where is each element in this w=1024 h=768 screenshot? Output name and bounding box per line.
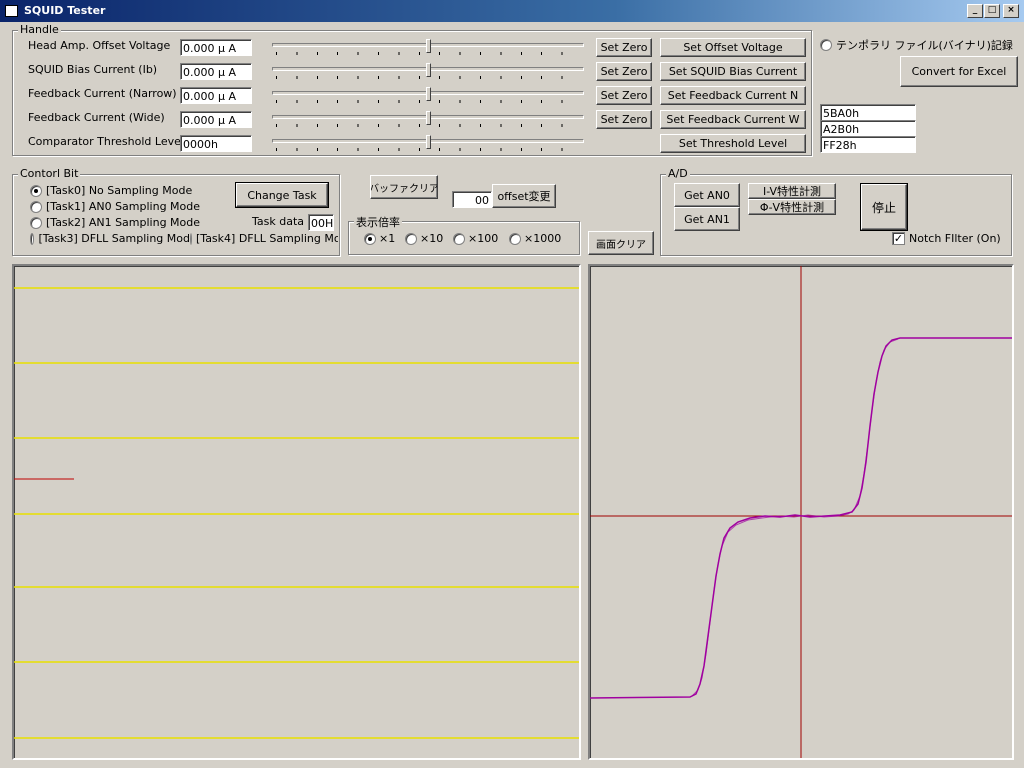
offset-change-button[interactable]: offset変更 — [492, 184, 556, 208]
window-title: SQUID Tester — [24, 4, 106, 17]
ad-group-label: A/D — [666, 167, 690, 180]
head-amp-offset-slider[interactable] — [272, 38, 584, 58]
mag-x1000-radio[interactable] — [509, 232, 521, 245]
iv-plot-canvas — [590, 266, 1012, 758]
comparator-threshold-field[interactable]: 0000h — [180, 135, 252, 152]
task1-label: [Task1] AN0 Sampling Mode — [46, 200, 201, 213]
mag-x100-radio[interactable] — [453, 232, 465, 245]
set-feedback-n-button[interactable]: Set Feedback Current N — [660, 86, 806, 105]
offset-field[interactable]: 00 — [452, 191, 492, 208]
squid-bias-field[interactable]: 0.000 μ A — [180, 63, 252, 80]
squid-bias-label: SQUID Bias Current (Ib) — [28, 63, 158, 76]
close-button[interactable]: × — [1003, 4, 1019, 18]
maximize-button[interactable]: □ — [984, 4, 1000, 18]
mag-x1-radio[interactable] — [364, 232, 376, 245]
task4-option[interactable]: [Task4] DFLL Sampling Mo — [190, 232, 338, 245]
feedback-wide-slider[interactable] — [272, 110, 584, 130]
feedback-narrow-label: Feedback Current (Narrow) — [28, 87, 177, 100]
mag-x1-label: ×1 — [379, 232, 396, 245]
convert-excel-button[interactable]: Convert for Excel — [900, 56, 1018, 87]
squid-bias-slider[interactable] — [272, 62, 584, 82]
control-bit-label: Contorl Bit — [18, 167, 81, 180]
mag-x100-option[interactable]: ×100 — [453, 232, 498, 245]
mag-x1-option[interactable]: ×1 — [364, 232, 395, 245]
iv-trace-return — [691, 338, 899, 697]
buffer-clear-button[interactable]: バッファクリア — [370, 175, 438, 199]
set-squid-bias-button[interactable]: Set SQUID Bias Current — [660, 62, 806, 81]
mag-x1000-label: ×1000 — [524, 232, 562, 245]
iv-measure-button[interactable]: I-V特性計測 — [748, 183, 836, 199]
handle-group-label: Handle — [18, 23, 61, 36]
task3-option[interactable]: [Task3] DFLL Sampling Mod — [30, 232, 190, 245]
comparator-threshold-slider[interactable] — [272, 134, 584, 154]
task3-radio[interactable] — [30, 232, 35, 245]
set-zero-narrow-button[interactable]: Set Zero — [596, 86, 652, 105]
notch-filter-checkbox[interactable]: ✓ — [892, 232, 905, 245]
hex-value-2: A2B0h — [820, 120, 916, 137]
task4-label: [Task4] DFLL Sampling Mo — [196, 232, 338, 245]
mag-x1000-option[interactable]: ×1000 — [509, 232, 561, 245]
feedback-narrow-slider[interactable] — [272, 86, 584, 106]
head-amp-offset-field[interactable]: 0.000 μ A — [180, 39, 252, 56]
slider-thumb[interactable] — [426, 39, 431, 53]
mag-x10-radio[interactable] — [405, 232, 417, 245]
mag-x10-option[interactable]: ×10 — [405, 232, 443, 245]
time-plot — [12, 264, 581, 760]
task0-option[interactable]: [Task0] No Sampling Mode — [30, 184, 192, 197]
task4-radio[interactable] — [190, 232, 192, 245]
minimize-button[interactable]: _ — [967, 4, 983, 18]
temp-file-radio[interactable] — [820, 39, 832, 51]
head-amp-offset-label: Head Amp. Offset Voltage — [28, 39, 171, 52]
task3-label: [Task3] DFLL Sampling Mod — [38, 232, 190, 245]
phiv-measure-button[interactable]: Φ-V特性計測 — [748, 199, 836, 215]
time-plot-canvas — [14, 287, 579, 739]
temp-file-label: テンポラリ ファイル(バイナリ)記録 — [836, 39, 1013, 52]
slider-thumb[interactable] — [426, 135, 431, 149]
task-data-label: Task data — [252, 215, 305, 228]
feedback-wide-label: Feedback Current (Wide) — [28, 111, 165, 124]
set-zero-offset-button[interactable]: Set Zero — [596, 38, 652, 57]
task0-label: [Task0] No Sampling Mode — [46, 184, 193, 197]
app-icon — [5, 5, 18, 17]
mag-x100-label: ×100 — [468, 232, 499, 245]
screen-clear-button[interactable]: 画面クリア — [588, 231, 654, 255]
slider-thumb[interactable] — [426, 111, 431, 125]
set-offset-voltage-button[interactable]: Set Offset Voltage — [660, 38, 806, 57]
slider-thumb[interactable] — [426, 63, 431, 77]
get-an0-button[interactable]: Get AN0 — [674, 183, 740, 207]
task0-radio[interactable] — [30, 184, 42, 197]
task2-label: [Task2] AN1 Sampling Mode — [46, 216, 201, 229]
mag-x10-label: ×10 — [420, 232, 444, 245]
slider-thumb[interactable] — [426, 87, 431, 101]
feedback-narrow-field[interactable]: 0.000 μ A — [180, 87, 252, 104]
stop-button[interactable]: 停止 — [860, 183, 908, 231]
hex-value-1: 5BA0h — [820, 104, 916, 121]
get-an1-button[interactable]: Get AN1 — [674, 207, 740, 231]
set-feedback-w-button[interactable]: Set Feedback Current W — [660, 110, 806, 129]
notch-filter-label: Notch FIlter (On) — [909, 232, 1001, 245]
notch-filter-option[interactable]: ✓ Notch FIlter (On) — [892, 232, 1001, 245]
set-zero-bias-button[interactable]: Set Zero — [596, 62, 652, 81]
task2-radio[interactable] — [30, 216, 42, 229]
comparator-threshold-label: Comparator Threshold Level — [28, 135, 184, 148]
title-bar: SQUID Tester _ □ × — [0, 0, 1024, 22]
task2-option[interactable]: [Task2] AN1 Sampling Mode — [30, 216, 200, 229]
change-task-button[interactable]: Change Task — [235, 182, 329, 208]
hex-value-3: FF28h — [820, 136, 916, 153]
set-zero-wide-button[interactable]: Set Zero — [596, 110, 652, 129]
task-data-field[interactable]: 00H — [308, 214, 334, 231]
iv-plot — [588, 264, 1014, 760]
set-threshold-level-button[interactable]: Set Threshold Level — [660, 134, 806, 153]
magnification-label: 表示倍率 — [354, 214, 402, 230]
temp-file-option[interactable]: テンポラリ ファイル(バイナリ)記録 — [820, 37, 1013, 53]
task1-radio[interactable] — [30, 200, 42, 213]
feedback-wide-field[interactable]: 0.000 μ A — [180, 111, 252, 128]
task1-option[interactable]: [Task1] AN0 Sampling Mode — [30, 200, 200, 213]
